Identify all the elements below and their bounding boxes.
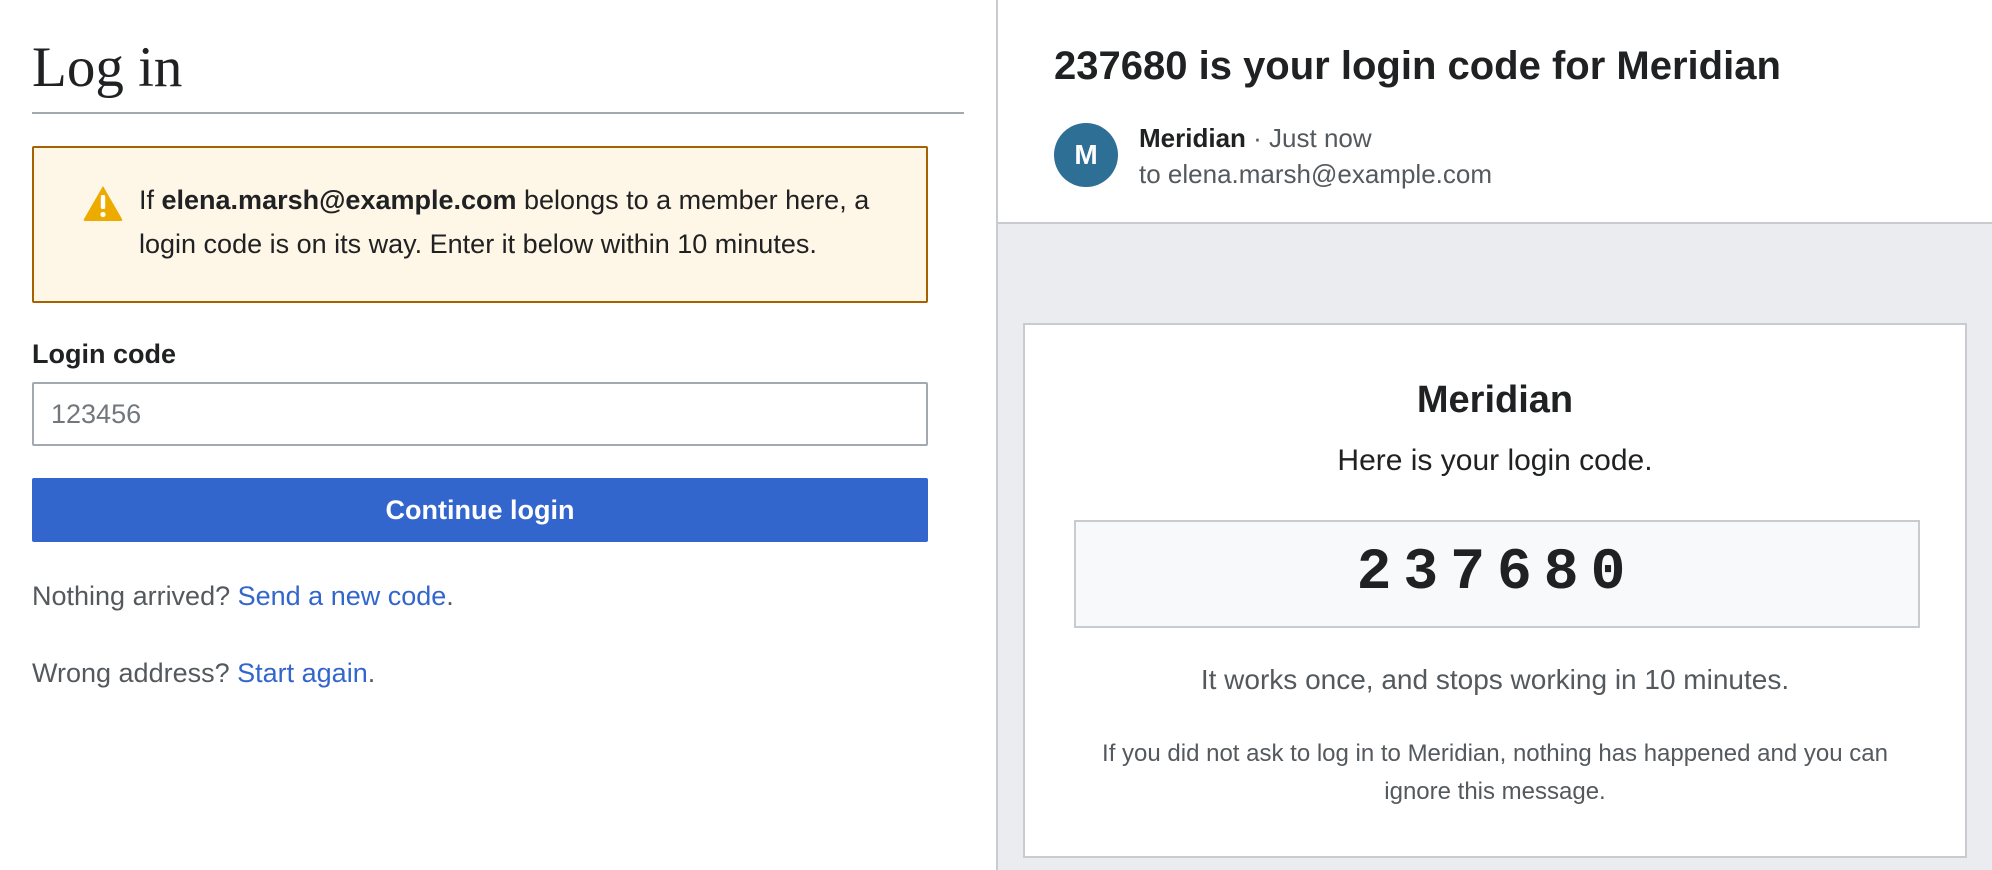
resend-prefix: Nothing arrived?: [32, 581, 238, 611]
time-separator: ·: [1245, 123, 1270, 153]
email-recipient: to elena.marsh@example.com: [1139, 159, 1492, 189]
login-code-label: Login code: [32, 339, 176, 369]
start-again-link[interactable]: Start again: [237, 658, 368, 688]
page-title: Log in: [32, 36, 183, 99]
code-expiry-note: It works once, and stops working in 10 m…: [1200, 664, 1790, 695]
email-brand-name: Meridian: [1416, 379, 1574, 421]
warning-notice: If elena.marsh@example.com belongs to a …: [32, 146, 928, 303]
restart-suffix: .: [367, 658, 376, 688]
login-code-value: 237680: [1356, 541, 1638, 606]
continue-login-button[interactable]: Continue login: [32, 478, 928, 542]
title-divider: [32, 112, 964, 114]
login-code-box: 237680: [1074, 520, 1920, 628]
login-code-input[interactable]: [32, 382, 928, 446]
sender-avatar: M: [1054, 123, 1118, 187]
email-time: Just now: [1269, 123, 1372, 153]
email-subject: 237680 is your login code for Meridian: [1054, 44, 1781, 88]
sender-name: Meridian: [1139, 123, 1246, 153]
email-intro: Here is your login code.: [1337, 444, 1653, 477]
sender-line: Meridian · Just now: [1139, 121, 1372, 155]
send-new-code-link[interactable]: Send a new code: [238, 581, 447, 611]
resend-suffix: .: [446, 581, 454, 611]
login-pane: Log in If elena.marsh@example.com belong…: [0, 0, 996, 870]
restart-help-text: Wrong address? Start again.: [32, 655, 375, 691]
notice-prefix: If: [139, 185, 162, 215]
notice-email: elena.marsh@example.com: [161, 185, 517, 215]
resend-help-text: Nothing arrived? Send a new code.: [32, 578, 454, 614]
email-disclaimer: If you did not ask to log in to Meridian…: [1102, 740, 1888, 805]
notice-message: If elena.marsh@example.com belongs to a …: [139, 178, 919, 266]
email-body-card: Meridian Here is your login code. 237680…: [1023, 323, 1967, 858]
warning-triangle-icon: [83, 186, 123, 221]
email-header: 237680 is your login code for Meridian M…: [998, 0, 1992, 224]
email-pane: 237680 is your login code for Meridian M…: [996, 0, 1992, 870]
restart-prefix: Wrong address?: [32, 658, 238, 688]
